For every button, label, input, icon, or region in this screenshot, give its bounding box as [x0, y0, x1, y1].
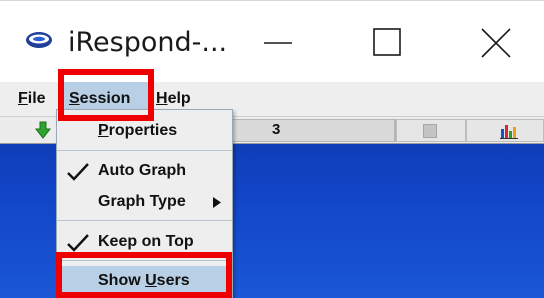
irespond-app-icon	[26, 32, 52, 48]
bar-chart-icon	[500, 125, 518, 139]
menu-separator	[57, 220, 232, 221]
properties-label: roperties	[108, 122, 178, 139]
submenu-arrow-icon	[213, 197, 221, 208]
response-count: 3	[272, 121, 281, 138]
menu-help-mnemonic: H	[156, 90, 168, 107]
green-down-arrow-icon[interactable]	[34, 121, 52, 139]
close-icon[interactable]	[476, 23, 516, 63]
properties-mnemonic: P	[98, 122, 109, 139]
menu-file-mnemonic: F	[18, 90, 28, 107]
response-count-field	[232, 119, 395, 142]
graph-type-label: Graph Type	[98, 193, 186, 210]
menu-separator	[57, 260, 232, 261]
show-users-label-rest: sers	[156, 272, 190, 289]
checkmark-icon	[67, 163, 89, 181]
stop-button[interactable]	[396, 119, 466, 142]
menu-help-label: elp	[167, 90, 191, 107]
menu-item-graph-type[interactable]: Graph Type	[57, 187, 232, 217]
menu-file-label: ile	[27, 90, 46, 107]
title-bar: iRespond-...	[0, 0, 544, 82]
session-dropdown-menu: Properties Auto Graph Graph Type Keep on…	[56, 109, 233, 298]
show-users-label: Show	[98, 272, 146, 289]
auto-graph-label: Auto Graph	[98, 162, 186, 179]
show-users-mnemonic: U	[145, 272, 157, 289]
maximize-icon[interactable]	[368, 23, 408, 63]
checkmark-icon	[67, 234, 89, 252]
menu-item-show-users[interactable]: Show Users	[57, 266, 232, 296]
menu-file[interactable]: File	[18, 82, 46, 116]
window-title: iRespond-...	[68, 27, 228, 58]
menu-item-keep-on-top[interactable]: Keep on Top	[57, 227, 232, 257]
menu-item-auto-graph[interactable]: Auto Graph	[57, 156, 232, 186]
minimize-icon[interactable]	[258, 23, 298, 63]
stop-square-icon	[423, 124, 437, 138]
keep-on-top-label: Keep on Top	[98, 233, 194, 250]
menu-session-mnemonic: S	[69, 90, 80, 107]
graph-button[interactable]	[466, 119, 544, 142]
menu-separator	[57, 150, 232, 151]
menu-item-properties[interactable]: Properties	[57, 116, 232, 146]
menu-session-label: ession	[79, 90, 131, 107]
